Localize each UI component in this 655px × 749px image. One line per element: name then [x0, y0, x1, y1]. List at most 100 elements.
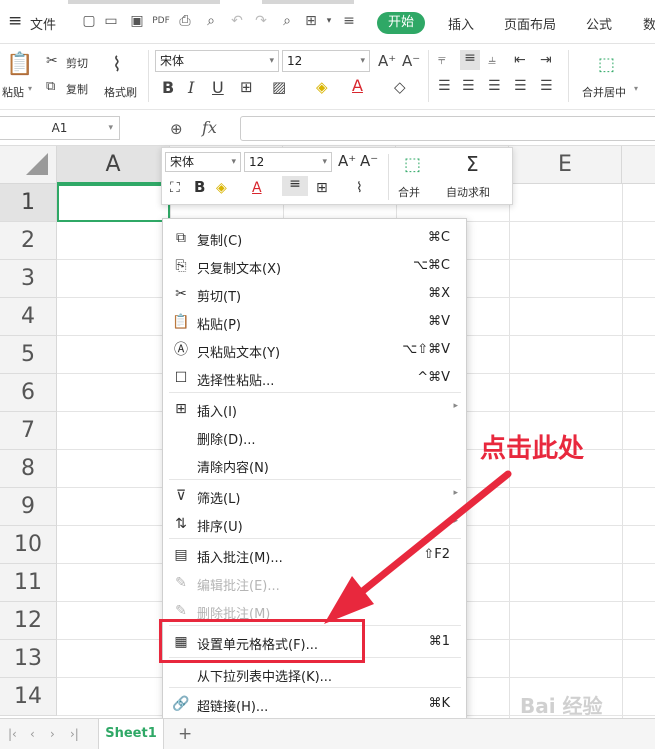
border-icon[interactable]: ⊞ — [316, 180, 328, 196]
print-icon[interactable]: ⎙ — [176, 12, 194, 30]
add-sheet-button[interactable]: + — [178, 724, 192, 744]
more-icon[interactable]: ≡ — [340, 12, 358, 30]
italic-button[interactable]: I — [188, 78, 194, 97]
context-menu-item[interactable]: 删除(D)... — [163, 423, 466, 451]
prev-sheet-icon[interactable]: ‹ — [30, 727, 35, 741]
row-header[interactable]: 12 — [0, 602, 57, 640]
row-header[interactable]: 8 — [0, 450, 57, 488]
tab-insert[interactable]: 插入 — [448, 14, 474, 33]
justify-icon[interactable]: ☰ — [514, 78, 527, 94]
context-menu-item[interactable]: 📋 粘贴(P) ⌘V — [163, 308, 466, 336]
merge-center-icon[interactable]: ⬚ — [598, 54, 615, 75]
save-icon[interactable]: ▣ — [128, 12, 146, 30]
distribute-icon[interactable]: ☰ — [540, 78, 553, 94]
table-icon[interactable]: ⊞ — [302, 12, 320, 30]
font-color-icon[interactable]: A — [252, 180, 262, 196]
row-header[interactable]: 9 — [0, 488, 57, 526]
search-icon[interactable]: ⌕ — [278, 12, 296, 30]
copy-button[interactable]: 复制 — [66, 81, 88, 97]
decrease-font-icon[interactable]: A⁻ — [360, 152, 378, 170]
new-file-icon[interactable]: ▢ — [80, 12, 98, 30]
bold-button[interactable]: B — [162, 78, 174, 97]
increase-font-icon[interactable]: A⁺ — [338, 152, 356, 170]
tab-page-layout[interactable]: 页面布局 — [504, 14, 556, 33]
formula-input[interactable] — [240, 116, 655, 141]
name-box[interactable]: A1 ▾ — [0, 116, 120, 140]
underline-button[interactable]: U — [212, 78, 224, 97]
border-icon[interactable]: ⊞ — [240, 78, 253, 96]
file-menu[interactable]: 文件 — [30, 14, 56, 33]
column-header-a[interactable]: A — [57, 146, 170, 184]
chevron-down-icon[interactable]: ▾ — [28, 84, 32, 93]
row-header[interactable]: 3 — [0, 260, 57, 298]
context-menu-item[interactable]: ⊽ 筛选(L) ▸ — [163, 482, 466, 510]
align-bottom-icon[interactable]: ⫨ — [488, 52, 496, 68]
context-menu-item[interactable]: ☐ 选择性粘贴... ^⌘V — [163, 364, 466, 392]
chevron-down-icon[interactable]: ▾ — [634, 84, 638, 93]
paste-icon[interactable]: 📋 — [6, 52, 33, 77]
scissors-icon[interactable]: ✂ — [46, 53, 58, 69]
select-all-corner[interactable] — [0, 146, 57, 184]
font-size-select[interactable]: 12 ▾ — [282, 50, 370, 72]
merge-button[interactable]: 合并 — [398, 184, 420, 200]
column-header-f[interactable] — [622, 146, 655, 184]
zoom-icon[interactable]: ⊕ — [170, 120, 183, 138]
indent-increase-icon[interactable]: ⇥ — [540, 52, 552, 68]
font-name-select[interactable]: 宋体 ▾ — [155, 50, 279, 72]
chevron-down-icon[interactable]: ▾ — [320, 12, 338, 30]
context-menu-item[interactable]: ⎘ 只复制文本(X) ⌥⌘C — [163, 252, 466, 280]
last-sheet-icon[interactable]: ›| — [70, 727, 79, 741]
context-menu-item[interactable]: ▤ 插入批注(M)... ⇧F2 — [163, 541, 466, 569]
row-header[interactable]: 6 — [0, 374, 57, 412]
context-menu-item[interactable]: ⊞ 插入(I) ▸ — [163, 395, 466, 423]
cut-button[interactable]: 剪切 — [66, 55, 88, 71]
selected-cell-a1[interactable] — [57, 184, 170, 222]
row-header[interactable]: 1 — [0, 184, 57, 222]
context-menu-item[interactable]: ⧉ 复制(C) ⌘C — [163, 224, 466, 252]
fill-style-icon[interactable]: ▨ — [272, 78, 286, 96]
paste-button[interactable]: 粘贴 — [2, 84, 24, 100]
eraser-icon[interactable]: ◇ — [394, 78, 406, 96]
context-menu-item[interactable]: ✂ 剪切(T) ⌘X — [163, 280, 466, 308]
row-header[interactable]: 7 — [0, 412, 57, 450]
mini-font-name-select[interactable]: 宋体 ▾ — [165, 152, 241, 172]
row-header[interactable]: 5 — [0, 336, 57, 374]
font-color-icon[interactable]: A — [352, 76, 363, 95]
format-painter-icon[interactable]: ⌇ — [356, 180, 363, 196]
sheet-tab-sheet1[interactable]: Sheet1 — [98, 719, 164, 749]
decrease-font-icon[interactable]: A⁻ — [402, 52, 420, 70]
align-middle-icon[interactable]: ≡ — [460, 50, 480, 70]
undo-icon[interactable]: ↶ — [228, 12, 246, 30]
context-menu-item[interactable]: ⇅ 排序(U) ▸ — [163, 510, 466, 538]
merge-center-button[interactable]: 合并居中 — [582, 84, 626, 100]
tab-home[interactable]: 开始 — [377, 12, 425, 34]
context-menu-item[interactable]: 清除内容(N) — [163, 451, 466, 479]
align-left-icon[interactable]: ☰ — [438, 78, 451, 94]
fx-icon[interactable]: fx — [202, 118, 217, 137]
autosum-icon[interactable]: Σ — [466, 152, 479, 176]
row-header[interactable]: 4 — [0, 298, 57, 336]
align-top-icon[interactable]: ⫧ — [438, 52, 446, 68]
align-right-icon[interactable]: ☰ — [488, 78, 501, 94]
copy-icon[interactable]: ⧉ — [46, 79, 55, 94]
format-painter-icon[interactable]: ⌇ — [112, 52, 122, 76]
fill-color-icon[interactable]: ◈ — [216, 180, 227, 196]
mini-bold-button[interactable]: B — [194, 178, 205, 196]
tab-formulas[interactable]: 公式 — [586, 14, 612, 33]
mini-font-size-select[interactable]: 12 ▾ — [244, 152, 332, 172]
row-header[interactable]: 14 — [0, 678, 57, 716]
open-folder-icon[interactable]: ▭ — [102, 12, 120, 30]
print-preview-icon[interactable]: ⌕ — [202, 12, 220, 30]
context-menu-item[interactable]: 🔗 超链接(H)... ⌘K — [163, 690, 466, 718]
increase-font-icon[interactable]: A⁺ — [378, 52, 396, 70]
redo-icon[interactable]: ↷ — [252, 12, 270, 30]
row-header[interactable]: 2 — [0, 222, 57, 260]
align-middle-icon[interactable]: ≡ — [282, 176, 308, 196]
context-menu-item[interactable]: 从下拉列表中选择(K)... — [163, 660, 466, 688]
row-header[interactable]: 11 — [0, 564, 57, 602]
fill-color-icon[interactable]: ◈ — [316, 78, 328, 96]
row-header[interactable]: 13 — [0, 640, 57, 678]
merge-icon[interactable]: ⬚ — [404, 154, 421, 175]
pdf-icon[interactable]: PDF — [152, 12, 170, 30]
hamburger-menu-icon[interactable]: ≡ — [8, 11, 22, 31]
